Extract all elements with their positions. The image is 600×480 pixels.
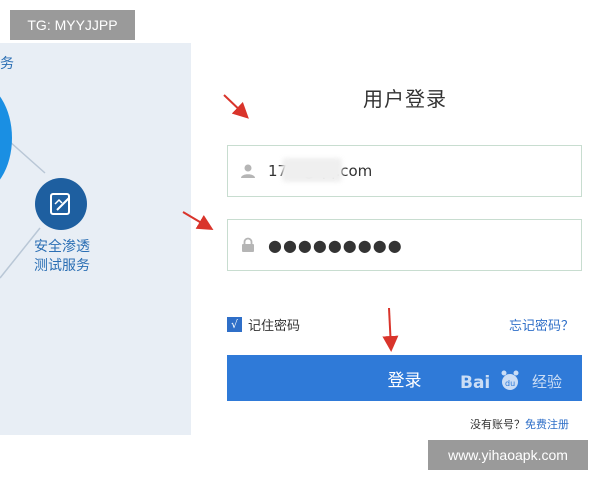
page: TG: MYYJJPP 务 安全渗透 测试服务 用户登录 17 ●●●●●●●●… (0, 0, 600, 480)
bottom-overlay-tag: www.yihaoapk.com (428, 440, 588, 470)
arrow-to-password (182, 211, 214, 231)
annotation-arrows (182, 94, 399, 352)
arrow-to-title (223, 94, 249, 119)
arrow-to-login (382, 307, 399, 352)
